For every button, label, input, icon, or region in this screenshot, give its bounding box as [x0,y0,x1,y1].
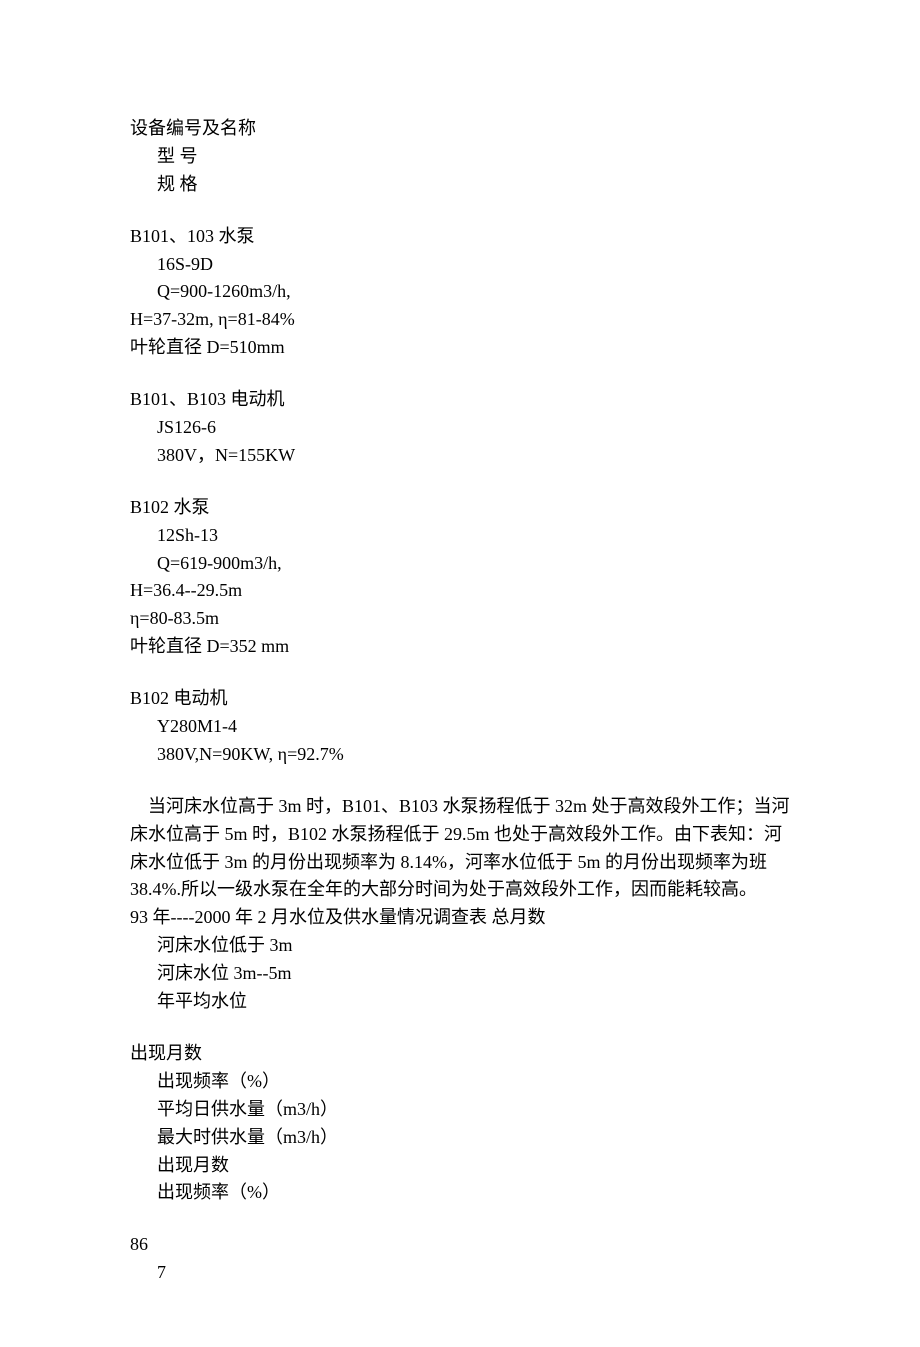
equipment-spec-line: Q=900-1260m3/h, [130,278,790,306]
equipment-block-0: B101、103 水泵 16S-9D Q=900-1260m3/h, H=37-… [130,223,790,362]
document-page: 设备编号及名称 型 号 规 格 B101、103 水泵 16S-9D Q=900… [0,0,920,1347]
equipment-spec-line: 叶轮直径 D=510mm [130,334,790,362]
equipment-name: B101、B103 电动机 [130,386,790,414]
survey-row: 最大时供水量（m3/h） [130,1124,790,1152]
body-paragraph: 当河床水位高于 3m 时，B101、B103 水泵扬程低于 32m 处于高效段外… [130,793,790,905]
equipment-spec-line: H=37-32m, η=81-84% [130,306,790,334]
survey-row: 出现月数 [130,1152,790,1180]
survey-row: 河床水位 3m--5m [130,960,790,988]
equipment-spec-line: Q=619-900m3/h, [130,550,790,578]
survey-header-b: 出现月数 [130,1040,790,1068]
equipment-spec-line: 380V，N=155KW [130,442,790,470]
survey-row: 河床水位低于 3m [130,932,790,960]
equipment-spec-line: H=36.4--29.5m [130,577,790,605]
survey-row: 平均日供水量（m3/h） [130,1096,790,1124]
equipment-name: B102 电动机 [130,685,790,713]
equipment-spec-line: η=80-83.5m [130,605,790,633]
equipment-model: 16S-9D [130,251,790,279]
survey-block-b: 出现月数 出现频率（%） 平均日供水量（m3/h） 最大时供水量（m3/h） 出… [130,1040,790,1207]
equipment-block-3: B102 电动机 Y280M1-4 380V,N=90KW, η=92.7% [130,685,790,769]
header-block: 设备编号及名称 型 号 规 格 [130,115,790,199]
footer-values-block: 86 7 [130,1231,790,1287]
equipment-spec-line: 380V,N=90KW, η=92.7% [130,741,790,769]
header-spec-label: 规 格 [130,171,790,199]
equipment-model: Y280M1-4 [130,713,790,741]
survey-row: 出现频率（%） [130,1179,790,1207]
header-model-label: 型 号 [130,143,790,171]
equipment-spec-line: 叶轮直径 D=352 mm [130,633,790,661]
survey-row: 出现频率（%） [130,1068,790,1096]
footer-value-1: 86 [130,1231,790,1259]
equipment-name: B102 水泵 [130,494,790,522]
body-paragraph-block: 当河床水位高于 3m 时，B101、B103 水泵扬程低于 32m 处于高效段外… [130,793,790,1016]
equipment-block-2: B102 水泵 12Sh-13 Q=619-900m3/h, H=36.4--2… [130,494,790,661]
survey-title: 93 年----2000 年 2 月水位及供水量情况调查表 总月数 [130,904,790,932]
equipment-model: JS126-6 [130,414,790,442]
equipment-name: B101、103 水泵 [130,223,790,251]
footer-value-2: 7 [130,1259,790,1287]
header-title: 设备编号及名称 [130,115,790,143]
survey-row: 年平均水位 [130,988,790,1016]
equipment-model: 12Sh-13 [130,522,790,550]
equipment-block-1: B101、B103 电动机 JS126-6 380V，N=155KW [130,386,790,470]
